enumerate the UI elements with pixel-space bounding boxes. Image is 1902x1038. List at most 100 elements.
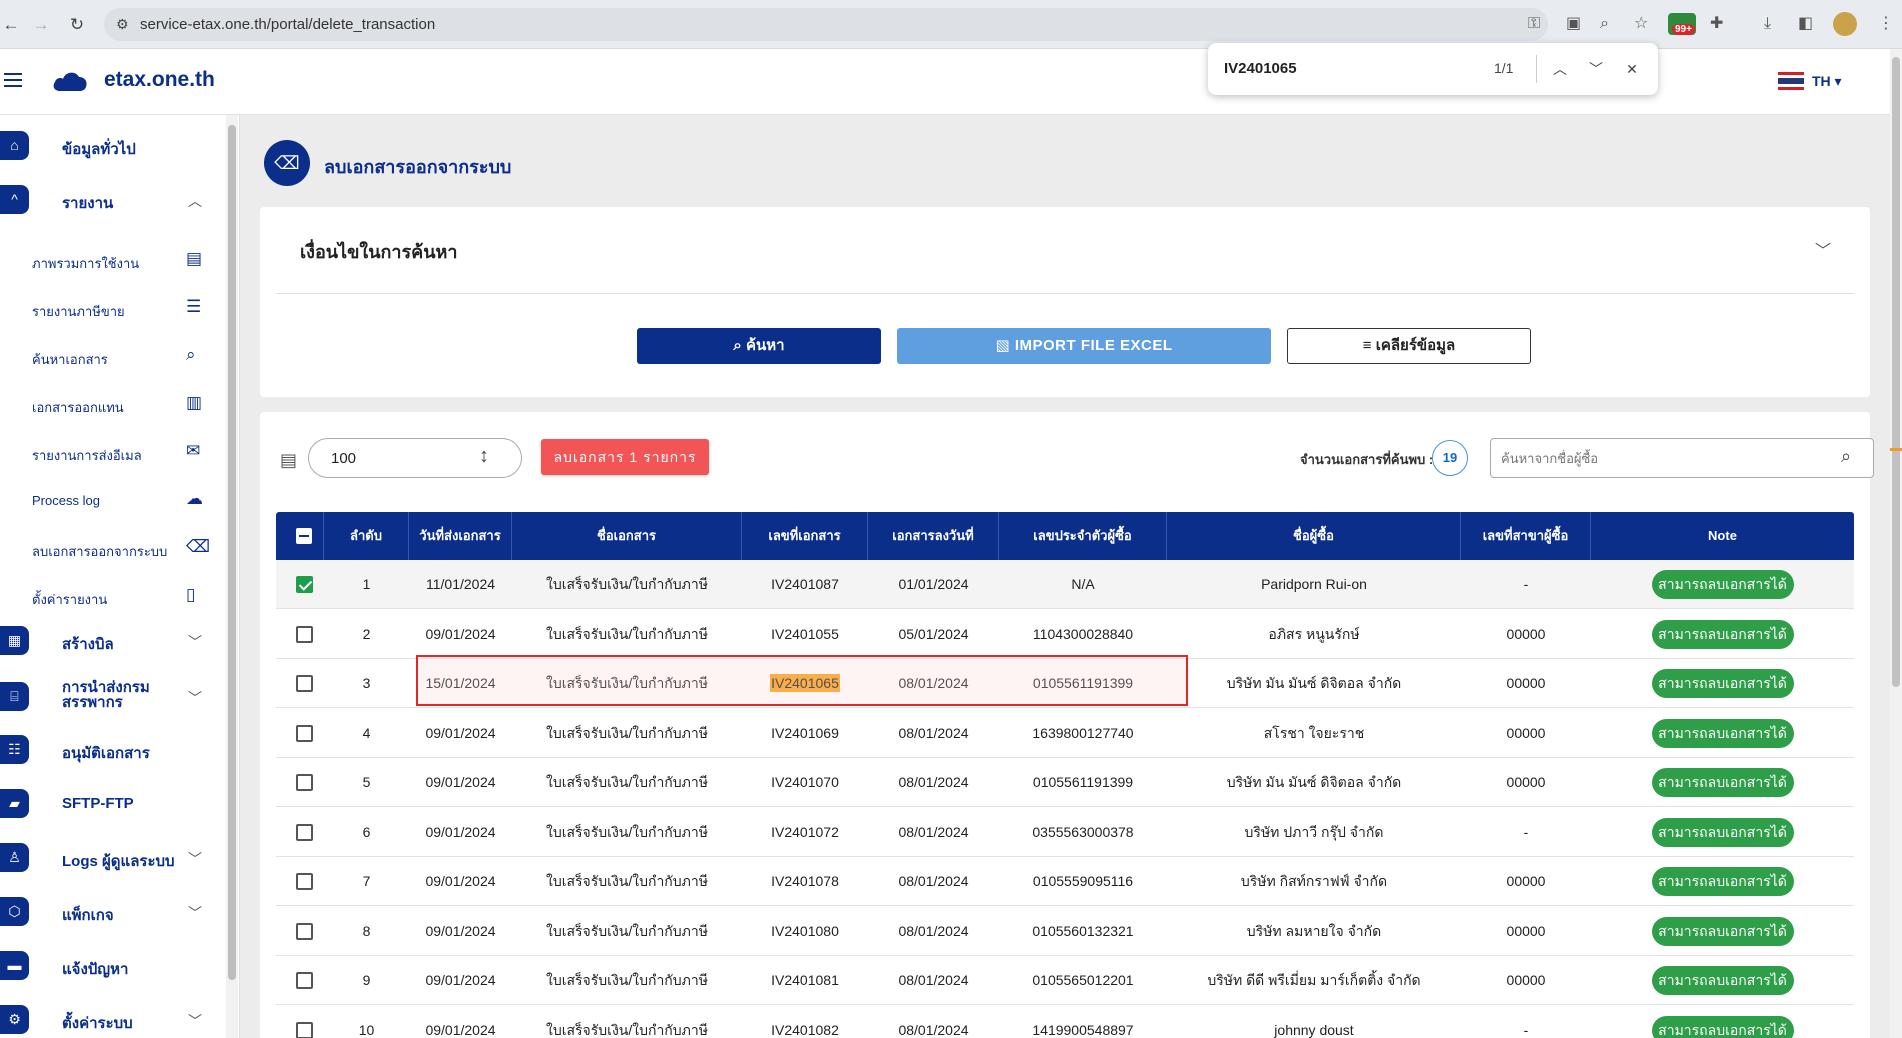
cell-branch-text: 00000 <box>1506 873 1546 889</box>
page-scrollbar-thumb[interactable] <box>1892 57 1900 687</box>
sidebar-item-report[interactable]: ^ รายงาน ︿ <box>0 185 224 225</box>
find-input[interactable]: IV2401065 <box>1224 60 1297 77</box>
deletable-status-badge[interactable]: สามารถลบเอกสารได้ <box>1651 619 1794 649</box>
buyer-search-input[interactable] <box>1501 448 1831 468</box>
row-checkbox[interactable] <box>296 724 313 742</box>
row-checkbox[interactable] <box>296 1021 313 1038</box>
deletable-status-badge[interactable]: สามารถลบเอกสารได้ <box>1651 1015 1794 1038</box>
sidebar-subitem-overview[interactable]: ภาพรวมการใช้งาน ▤ <box>0 241 224 281</box>
table-row[interactable]: 8 09/01/2024 ใบเสร็จรับเงิน/ใบกำกับภาษี IV2… <box>276 906 1854 956</box>
search-icon[interactable]: ⌕ <box>1841 446 1851 467</box>
cell-sent-date: 09/01/2024 <box>409 956 512 1005</box>
hamburger-icon[interactable] <box>4 73 22 87</box>
download-icon[interactable]: ⤓ <box>1764 14 1771 34</box>
clipboard-icon: ▥ <box>186 393 203 412</box>
sidebar-scrollbar-thumb[interactable] <box>228 125 236 980</box>
url-text[interactable]: service-etax.one.th/portal/delete_transa… <box>140 16 435 33</box>
find-close-icon[interactable]: ✕ <box>1620 57 1644 81</box>
deletable-status-badge[interactable]: สามารถลบเอกสารได้ <box>1651 570 1794 599</box>
deletable-status-badge[interactable]: สามารถลบเอกสารได้ <box>1651 669 1794 698</box>
select-all-checkbox[interactable] <box>296 528 312 544</box>
sidebar-subitem-sales-tax[interactable]: รายงานภาษีขาย ☰ <box>0 289 224 329</box>
sidebar-item-admin-logs[interactable]: ♙ Logs ผู้ดูแลระบบ ﹀ <box>0 843 224 883</box>
sidebar-subitem-process-log[interactable]: Process log ☁ <box>0 481 224 521</box>
key-icon[interactable]: ⚿ <box>1528 14 1540 34</box>
cell-doc-date-text: 05/01/2024 <box>898 625 969 642</box>
deletable-status-badge[interactable]: สามารถลบเอกสารได้ <box>1651 817 1794 847</box>
sidebar-subitem-replacement-doc[interactable]: เอกสารออกแทน ▥ <box>0 385 224 425</box>
extension-icon[interactable]: 99+ <box>1668 13 1696 35</box>
sidebar-item-sftp-ftp[interactable]: ▰ SFTP-FTP <box>0 789 224 829</box>
cell-branch-text: 00000 <box>1506 724 1546 741</box>
deletable-status-badge[interactable]: สามารถลบเอกสารได้ <box>1651 867 1794 896</box>
clear-button[interactable]: ≡ เคลียร์ข้อมูล <box>1287 328 1531 364</box>
sidebar-item-report-issue[interactable]: ▬ แจ้งปัญหา <box>0 951 224 991</box>
delete-selected-button[interactable]: ลบเอกสาร 1 รายการ <box>541 439 709 475</box>
sidebar-item-create-bill[interactable]: ▦ สร้างบิล ﹀ <box>0 626 224 666</box>
sidebar-subitem-report-settings[interactable]: ตั้งค่ารายงาน ▯ <box>0 577 224 617</box>
page-size-select[interactable]: 100 ↕ <box>308 438 522 478</box>
row-checkbox[interactable] <box>296 675 313 692</box>
find-previous-icon[interactable]: ︿ <box>1548 57 1572 81</box>
cell-buyer-tax-id-text: 0105565012201 <box>1032 972 1134 988</box>
cell-no-text: 3 <box>362 675 371 691</box>
sidebar-subitem-email-report[interactable]: รายงานการส่งอีเมล ✉ <box>0 433 224 473</box>
cell-buyer-name-text: อภิสร หนูนรักษ์ <box>1268 625 1360 642</box>
sidebar-item-revenue-submission[interactable]: ⌸ การนำส่งกรม สรรพากร ﹀ <box>0 680 224 730</box>
install-icon[interactable]: ▣ <box>1566 14 1581 34</box>
bookmark-star-icon[interactable]: ☆ <box>1634 14 1648 34</box>
bill-icon: ▦ <box>0 626 29 655</box>
table-row[interactable]: 4 09/01/2024 ใบเสร็จรับเงิน/ใบกำกับภาษี IV2… <box>276 708 1854 758</box>
address-bar[interactable]: ⚙ service-etax.one.th/portal/delete_tran… <box>104 8 1548 41</box>
filter-title[interactable]: เงื่อนไขในการค้นหา <box>300 237 458 266</box>
find-next-icon[interactable]: ﹀ <box>1584 57 1608 81</box>
sidebar-subitem-search-doc[interactable]: ค้นหาเอกสาร ⌕ <box>0 337 224 377</box>
row-checkbox[interactable] <box>296 774 313 791</box>
chevron-down-icon: ﹀ <box>188 1013 202 1029</box>
profile-avatar[interactable] <box>1833 12 1857 36</box>
menu-icon[interactable]: ⋮ <box>1878 14 1894 34</box>
table-row[interactable]: 2 09/01/2024 ใบเสร็จรับเงิน/ใบกำกับภาษี IV2… <box>276 609 1854 659</box>
table-row[interactable]: 1 11/01/2024 ใบเสร็จรับเงิน/ใบกำกับภาษี IV2… <box>276 560 1854 609</box>
table-row[interactable]: 6 09/01/2024 ใบเสร็จรับเงิน/ใบกำกับภาษี IV2… <box>276 807 1854 857</box>
sidebar-subitem-label: ลบเอกสารออกจากระบบ <box>32 544 168 559</box>
deletable-status-badge[interactable]: สามารถลบเอกสารได้ <box>1651 718 1794 748</box>
brand-name[interactable]: etax.one.th <box>104 68 215 92</box>
row-checkbox[interactable] <box>296 873 313 890</box>
page-scrollbar[interactable] <box>1890 49 1902 1038</box>
row-checkbox[interactable] <box>296 576 313 593</box>
sidebar-subitem-delete-doc[interactable]: ลบเอกสารออกจากระบบ ⌫ <box>0 529 224 569</box>
sidebar-scrollbar[interactable] <box>226 115 238 1038</box>
sidebar-item-system-settings[interactable]: ⚙ ตั้งค่าระบบ ﹀ <box>0 1005 224 1038</box>
import-excel-button[interactable]: ▧ IMPORT FILE EXCEL <box>897 328 1271 364</box>
language-selector[interactable]: TH ▾ <box>1812 73 1842 90</box>
row-checkbox[interactable] <box>296 972 313 989</box>
table-row[interactable]: 5 09/01/2024 ใบเสร็จรับเงิน/ใบกำกับภาษี IV2… <box>276 758 1854 807</box>
find-page-icon[interactable]: ⌕ <box>1600 14 1609 34</box>
sidebar-item-approve-doc[interactable]: ☷ อนุมัติเอกสาร <box>0 735 224 775</box>
cell-doc-name: ใบเสร็จรับเงิน/ใบกำกับภาษี <box>512 907 742 956</box>
deletable-status-badge[interactable]: สามารถลบเอกสารได้ <box>1651 966 1794 995</box>
reload-icon[interactable]: ↻ <box>66 14 88 36</box>
sidebar-item-package[interactable]: ⬡ แพ็กเกจ ﹀ <box>0 897 224 937</box>
back-icon[interactable]: ← <box>0 14 22 36</box>
table-row[interactable]: 7 09/01/2024 ใบเสร็จรับเงิน/ใบกำกับภาษี IV2… <box>276 857 1854 906</box>
buyer-search-field[interactable]: ⌕ <box>1490 438 1874 478</box>
thai-flag-icon[interactable] <box>1778 72 1804 90</box>
row-checkbox[interactable] <box>296 922 313 940</box>
forward-icon[interactable]: → <box>30 14 52 36</box>
deletable-status-badge[interactable]: สามารถลบเอกสารได้ <box>1651 768 1794 797</box>
chevron-down-icon[interactable]: ﹀ <box>1815 237 1831 261</box>
site-info-icon[interactable]: ⚙ <box>116 16 129 33</box>
table-row[interactable]: 9 09/01/2024 ใบเสร็จรับเงิน/ใบกำกับภาษี IV2… <box>276 956 1854 1005</box>
cell-doc-no: IV2401082 <box>742 1006 868 1038</box>
table-row[interactable]: 10 09/01/2024 ใบเสร็จรับเงิน/ใบกำกับภาษี IV… <box>276 1005 1854 1038</box>
sidebar-item-general[interactable]: ⌂ ข้อมูลทั่วไป <box>0 131 224 171</box>
row-checkbox[interactable] <box>296 823 313 841</box>
search-button[interactable]: ⌕ ค้นหา <box>637 328 881 364</box>
puzzle-icon[interactable]: ✚ <box>1710 14 1723 34</box>
side-panel-icon[interactable]: ◧ <box>1798 14 1813 34</box>
row-checkbox[interactable] <box>296 625 313 643</box>
deletable-status-badge[interactable]: สามารถลบเอกสารได้ <box>1651 916 1794 946</box>
cell-sent-date: 09/01/2024 <box>409 610 512 659</box>
